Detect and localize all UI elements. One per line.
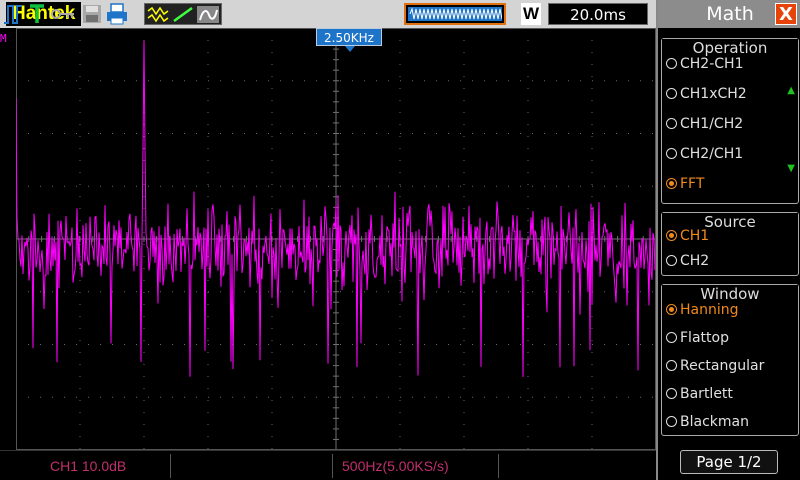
- timebase-window-indicator: [404, 3, 506, 25]
- page-button[interactable]: Page 1/2: [680, 450, 778, 474]
- window-option-blackman[interactable]: Blackman: [666, 411, 749, 433]
- window-option-rectangular[interactable]: Rectangular: [666, 355, 764, 377]
- acquire-mode-indicator: W: [521, 3, 541, 25]
- fft-trace: [16, 40, 656, 378]
- status-divider: [498, 454, 499, 478]
- scroll-down-icon[interactable]: ▼: [787, 163, 795, 174]
- radio-icon: [666, 88, 677, 99]
- trigger-pulse-icon[interactable]: [2, 3, 24, 25]
- radio-icon: [666, 118, 677, 129]
- timebase-readout: 20.0ms: [548, 3, 648, 25]
- frequency-marker-label[interactable]: 2.50KHz: [316, 28, 382, 46]
- radio-selected-icon: [666, 304, 677, 315]
- source-option-ch1[interactable]: CH1: [666, 225, 709, 247]
- radio-selected-icon: [666, 178, 677, 189]
- print-icon[interactable]: [106, 3, 128, 25]
- acquire-icon-group[interactable]: [144, 3, 222, 25]
- ch1-scale-readout: CH1 10.0dB: [50, 458, 127, 474]
- radio-icon: [666, 388, 677, 399]
- operation-option-ch1xch2[interactable]: CH1xCH2: [666, 83, 747, 105]
- source-group: Source CH1 CH2: [661, 212, 799, 276]
- frequency-scale-readout: 500Hz(5.00KS/s): [342, 458, 449, 474]
- trigger-T-icon[interactable]: [28, 3, 46, 25]
- window-group: Window Hanning Flattop Rectangular Bartl…: [661, 284, 799, 436]
- status-divider: [332, 454, 333, 478]
- radio-selected-icon: [666, 230, 677, 241]
- operation-group: Operation CH2-CH1 CH1xCH2 CH1/CH2 CH2/CH…: [661, 38, 799, 204]
- operation-option-fft[interactable]: FFT: [666, 173, 704, 195]
- bottom-status-bar: CH1 10.0dB 500Hz(5.00KS/s): [0, 450, 656, 480]
- radio-icon: [666, 360, 677, 371]
- window-option-hanning[interactable]: Hanning: [666, 299, 739, 321]
- radio-icon: [666, 148, 677, 159]
- radio-icon: [666, 255, 677, 266]
- save-icon[interactable]: [82, 4, 102, 24]
- frequency-marker-pointer: [345, 46, 355, 52]
- key-icon: [51, 9, 74, 19]
- waveform-position-icon: [408, 7, 502, 21]
- close-menu-button[interactable]: X: [775, 3, 797, 25]
- math-reference-marker: M: [0, 32, 7, 45]
- radio-icon: [666, 332, 677, 343]
- operation-option-ch1-div-ch2[interactable]: CH1/CH2: [666, 113, 743, 135]
- fft-spectrum-line: [16, 40, 656, 378]
- scroll-up-icon[interactable]: ▲: [787, 85, 795, 96]
- scope-display[interactable]: 2.50KHz: [16, 28, 656, 450]
- math-menu-panel: Math X Operation CH2-CH1 CH1xCH2 CH1/CH2…: [656, 0, 800, 480]
- operation-option-ch2-ch1[interactable]: CH2-CH1: [666, 53, 743, 75]
- source-option-ch2[interactable]: CH2: [666, 250, 709, 272]
- persist-icon: [197, 6, 219, 23]
- status-divider: [170, 454, 171, 478]
- acquire-wave-icon: [147, 6, 169, 23]
- window-option-bartlett[interactable]: Bartlett: [666, 383, 733, 405]
- slope-icon: [172, 6, 194, 23]
- window-option-flattop[interactable]: Flattop: [666, 327, 729, 349]
- top-status-bar: Hantek W 20.0ms: [0, 0, 656, 28]
- operation-option-ch2-div-ch1[interactable]: CH2/CH1: [666, 143, 743, 165]
- radio-icon: [666, 416, 677, 427]
- radio-icon: [666, 58, 677, 69]
